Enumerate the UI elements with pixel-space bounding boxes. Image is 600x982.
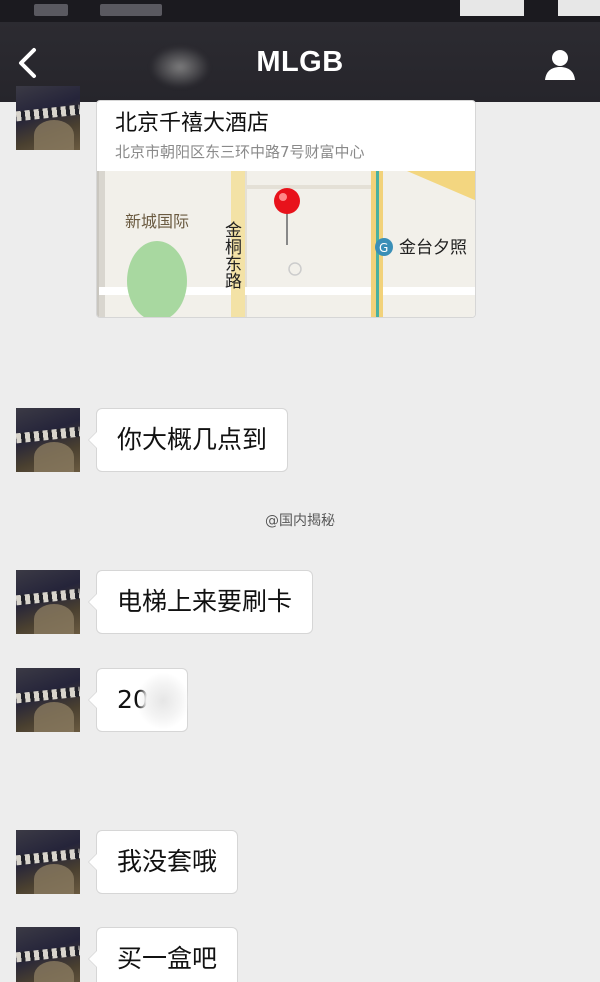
message-bubble[interactable]: 20	[88, 668, 189, 732]
map-label-station: 金台夕照	[399, 238, 467, 258]
location-map[interactable]: 新城国际 金桐东路 G 金台夕照	[97, 171, 476, 318]
avatar[interactable]	[16, 830, 80, 894]
avatar[interactable]	[16, 927, 80, 982]
avatar[interactable]	[16, 668, 80, 732]
svg-text:G: G	[379, 241, 388, 255]
message-bubble[interactable]: 我没套哦	[87, 830, 239, 894]
map-label-road: 金桐东路	[221, 221, 242, 289]
message-bubble[interactable]: 买一盒吧	[87, 927, 239, 982]
avatar[interactable]	[16, 408, 80, 472]
location-name: 北京千禧大酒店	[115, 111, 270, 136]
avatar[interactable]	[16, 570, 80, 634]
status-bar	[0, 0, 600, 22]
svg-text:金桐东路: 金桐东路	[221, 221, 242, 289]
nav-bar: MLGB	[0, 22, 600, 102]
watermark: @国内揭秘	[265, 513, 335, 529]
status-bar-blur	[460, 0, 524, 16]
status-bar-blur	[100, 4, 162, 16]
location-address: 北京市朝阳区东三环中路7号财富中心	[115, 143, 365, 161]
status-bar-blur	[34, 4, 68, 16]
message-bubble[interactable]: 你大概几点到	[87, 408, 289, 472]
chat-title: MLGB	[256, 46, 344, 78]
map-label-area: 新城国际	[125, 212, 189, 231]
location-card[interactable]: 北京千禧大酒店 北京市朝阳区东三环中路7号财富中心 新城国际 金桐东路 G 金台…	[96, 100, 476, 318]
status-bar-blur	[558, 0, 600, 16]
blur-overlay	[137, 673, 189, 729]
message-bubble[interactable]: 电梯上来要刷卡	[87, 570, 314, 634]
avatar[interactable]	[16, 86, 80, 150]
person-icon[interactable]	[543, 48, 577, 82]
